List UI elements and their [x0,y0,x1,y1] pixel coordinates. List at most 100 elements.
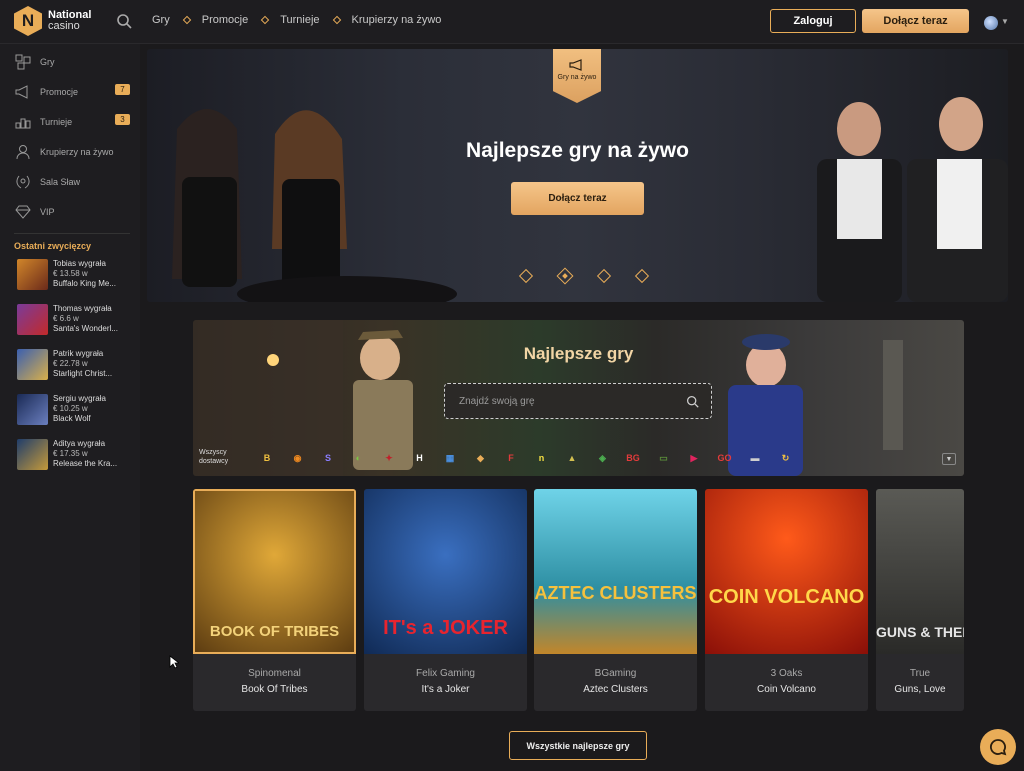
nav-item-live-dealers[interactable]: Krupierzy na żywo [352,14,442,26]
sidebar-divider [14,233,130,234]
game-card[interactable]: IT's a JOKER Felix Gaming It's a Joker [364,489,527,711]
provider-logo[interactable]: ▲ [561,447,583,469]
promotions-count-badge: 7 [115,84,130,95]
winner-item[interactable]: Sergiu wygrała € 10.25 w Black Wolf [17,394,132,426]
mouse-cursor-icon [169,655,179,669]
winner-amount: € 13.58 w [53,269,88,278]
carousel-dot[interactable] [596,268,612,284]
best-games-banner: Najlepsze gry Znajdź swoją grę Wszyscy d… [193,320,964,476]
games-icon [14,54,32,70]
game-card[interactable]: AZTEC CLUSTERS BGaming Aztec Clusters [534,489,697,711]
logo-icon: N [14,6,42,36]
carousel-dot[interactable] [634,268,650,284]
game-card-art-title: COIN VOLCANO [708,586,865,608]
winner-name: Patrik wygrała [53,349,104,358]
sidebar-item-hall-of-fame[interactable]: Sala Sław [14,174,130,190]
diamond-icon [14,204,32,220]
provider-logo[interactable]: GO [714,447,736,469]
provider-logo[interactable]: ✦ [378,447,400,469]
game-search-input[interactable]: Znajdź swoją grę [444,383,712,419]
provider-logo[interactable]: ◐ [348,447,370,469]
provider-logo[interactable]: ↻ [775,447,797,469]
winner-game-thumbnail [17,394,48,425]
all-providers-label: dostawcy [199,458,229,465]
game-card[interactable]: GUNS & THERA True Guns, Love [876,489,964,711]
game-card[interactable]: COIN VOLCANO 3 Oaks Coin Volcano [705,489,868,711]
provider-logo[interactable]: F [500,447,522,469]
winner-game: Santa's Wonderl... [53,324,118,333]
provider-logo[interactable]: ▦ [439,447,461,469]
winner-game: Release the Kra... [53,459,118,468]
winner-item[interactable]: Tobias wygrała € 13.58 w Buffalo King Me..… [17,259,132,291]
nav-item-tournaments[interactable]: Turnieje [280,14,319,26]
provider-logo[interactable]: ▬ [744,447,766,469]
game-card-title: Coin Volcano [757,684,816,695]
live-games-badge-label: Gry na żywo [557,74,597,81]
provider-logo[interactable]: H [409,447,431,469]
sidebar-item-games[interactable]: Gry [14,54,130,70]
provider-logo[interactable]: BG [622,447,644,469]
winner-name: Sergiu wygrała [53,394,106,403]
sidebar-item-label: VIP [40,207,55,217]
provider-logo[interactable]: n [531,447,553,469]
nav-separator-icon [332,15,341,25]
carousel-dot-active[interactable] [556,267,574,285]
winner-amount: € 22.78 w [53,359,88,368]
game-card-art-title: BOOK OF TRIBES [209,623,340,640]
carousel-dot[interactable] [518,268,534,284]
winner-item[interactable]: Patrik wygrała € 22.78 w Starlight Christ.… [17,349,132,381]
search-icon[interactable] [116,13,132,29]
sidebar: Gry Promocje 7 Turnieje 3 Krupierzy na ż… [0,44,140,771]
megaphone-icon [14,84,32,100]
hero-title: Najlepsze gry na żywo [466,139,689,162]
megaphone-icon [569,59,582,71]
language-globe-icon[interactable] [984,16,998,30]
tournament-icon [14,114,32,130]
logo[interactable]: N National casino [14,6,91,36]
sidebar-item-label: Sala Sław [40,177,81,187]
winner-item[interactable]: Thomas wygrała € 6.6 w Santa's Wonderl... [17,304,132,336]
login-button[interactable]: Zaloguj [770,9,856,33]
sidebar-item-tournaments[interactable]: Turnieje 3 [14,114,130,130]
winner-game-thumbnail [17,439,48,470]
game-card-title: Aztec Clusters [583,684,648,695]
all-best-games-button[interactable]: Wszystkie najlepsze gry [509,731,647,760]
logo-subname: casino [48,20,80,32]
nav-item-promotions[interactable]: Promocje [202,14,248,26]
winner-amount: € 6.6 w [53,314,79,323]
provider-logo[interactable]: ◉ [287,447,309,469]
provider-logo[interactable]: ▶ [683,447,705,469]
provider-logo[interactable]: S [317,447,339,469]
all-providers-filter[interactable]: Wszyscy dostawcy [199,448,228,466]
sidebar-item-live-dealers[interactable]: Krupierzy na żywo [14,144,130,160]
game-card-image: BOOK OF TRIBES [193,489,356,654]
sidebar-item-promotions[interactable]: Promocje 7 [14,84,130,100]
provider-logo[interactable]: ◆ [470,447,492,469]
chevron-down-icon[interactable]: ▼ [1001,17,1009,26]
hero-join-button[interactable]: Dołącz teraz [511,182,644,215]
recent-winners-title: Ostatni zwycięzcy [14,241,92,251]
game-card-provider: True [909,668,931,679]
nav-item-games[interactable]: Gry [152,14,170,26]
join-button[interactable]: Dołącz teraz [862,9,969,33]
provider-logo[interactable]: ◈ [592,447,614,469]
game-card-image: COIN VOLCANO [705,489,868,654]
sidebar-item-label: Turnieje [40,117,73,127]
winner-game-thumbnail [17,304,48,335]
hero-banner[interactable]: Gry na żywo Najlepsze gry na żywo Dołącz… [147,49,1008,302]
top-bar: N National casino Gry Promocje Turnieje … [0,0,1024,44]
winner-name: Tobias wygrała [53,259,106,268]
game-card[interactable]: BOOK OF TRIBES Spinomenal Book Of Tribes [193,489,356,711]
winner-name: Aditya wygrała [53,439,106,448]
sidebar-item-vip[interactable]: VIP [14,204,130,220]
winner-amount: € 10.25 w [53,404,88,413]
search-icon[interactable] [686,395,699,408]
winner-item[interactable]: Aditya wygrała € 17.35 w Release the Kra..… [17,439,132,471]
chevron-down-icon[interactable]: ▼ [942,453,956,465]
game-card-image: IT's a JOKER [364,489,527,654]
provider-logo[interactable]: B [256,447,278,469]
chat-support-icon[interactable] [980,729,1016,765]
winner-name: Thomas wygrała [53,304,112,313]
carousel-dots [507,267,661,285]
provider-logo[interactable]: ▭ [653,447,675,469]
